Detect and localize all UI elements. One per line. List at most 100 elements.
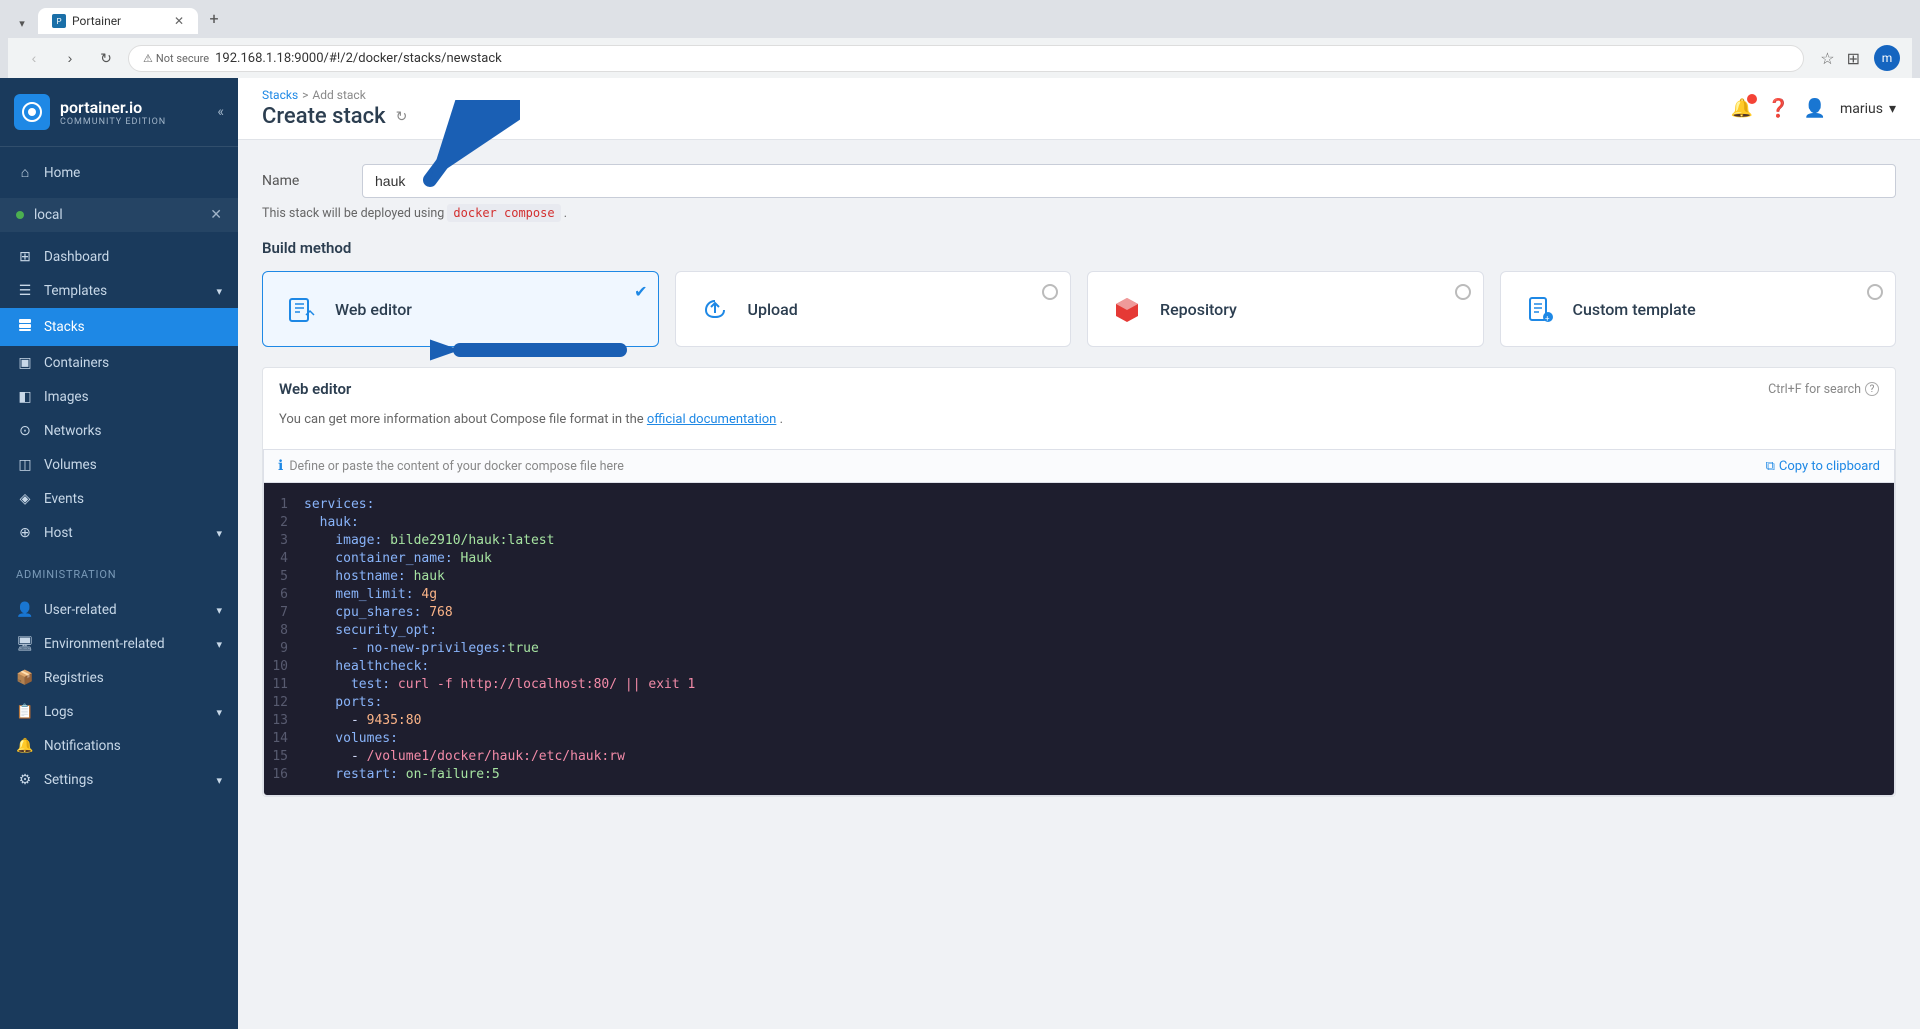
breadcrumb: Stacks > Add stack [262,88,407,102]
sidebar-item-notifications[interactable]: 🔔 Notifications [0,729,238,763]
line-code: restart: on-failure:5 [304,767,1894,782]
repository-radio [1455,284,1471,300]
line-code: hauk: [304,515,1894,530]
tab-close-btn[interactable]: ✕ [174,14,184,28]
stacks-icon [16,317,34,337]
line-number: 7 [264,605,304,620]
line-code: mem_limit: 4g [304,587,1894,602]
code-line: 7 cpu_shares: 768 [264,603,1894,621]
sidebar-item-settings[interactable]: ⚙ Settings ▾ [0,763,238,797]
line-code: image: bilde2910/hauk:latest [304,533,1894,548]
environment-related-expand-icon: ▾ [216,638,222,651]
code-line: 9 - no-new-privileges:true [264,639,1894,657]
sidebar-item-dashboard[interactable]: ⊞ Dashboard [0,240,238,274]
sidebar-logo: portainer.io community edition « [0,78,238,147]
line-code: cpu_shares: 768 [304,605,1894,620]
code-editor[interactable]: 1services:2 hauk:3 image: bilde2910/hauk… [263,482,1895,796]
address-bar[interactable]: ⚠ Not secure 192.168.1.18:9000/#!/2/dock… [128,45,1804,72]
sidebar-item-networks[interactable]: ⊙ Networks [0,414,238,448]
sidebar-collapse-btn[interactable]: « [217,104,224,120]
browser-chrome: ▾ P Portainer ✕ + ‹ › ↻ ⚠ Not secure 192… [0,0,1920,78]
sidebar-item-label-host: Host [44,525,73,541]
forward-btn[interactable]: › [56,44,84,72]
topbar-left: Stacks > Add stack Create stack ↻ [262,88,407,129]
notifications-bell-icon[interactable]: 🔔 [1731,98,1753,119]
user-name: marius [1840,101,1883,117]
dashboard-icon: ⊞ [16,249,34,265]
active-tab[interactable]: P Portainer ✕ [38,8,198,34]
admin-section-header: Administration [0,558,238,585]
profile-icon[interactable]: 👤 [1804,98,1826,119]
bookmark-btn[interactable]: ☆ [1820,49,1834,68]
sidebar-item-templates[interactable]: ☰ Templates ▾ [0,274,238,308]
events-icon: ◈ [16,491,34,507]
sidebar-item-stacks[interactable]: Stacks [0,308,238,346]
breadcrumb-stacks-link[interactable]: Stacks [262,88,298,102]
templates-expand-icon: ▾ [216,285,222,298]
line-number: 2 [264,515,304,530]
sidebar-item-registries[interactable]: 📦 Registries [0,661,238,695]
line-number: 15 [264,749,304,764]
sidebar-item-host[interactable]: ⊕ Host ▾ [0,516,238,550]
name-form-group: Name [262,164,1896,198]
code-line: 8 security_opt: [264,621,1894,639]
sidebar-item-user-related[interactable]: 👤 User-related ▾ [0,593,238,627]
sidebar-item-label-containers: Containers [44,355,109,371]
line-code: volumes: [304,731,1894,746]
upload-radio [1042,284,1058,300]
user-avatar[interactable]: m [1874,45,1900,71]
networks-icon: ⊙ [16,423,34,439]
build-method-web-editor[interactable]: ✔ Web editor [262,271,659,347]
sidebar-item-containers[interactable]: ▣ Containers [0,346,238,380]
name-input[interactable] [362,164,1896,198]
sidebar-item-volumes[interactable]: ◫ Volumes [0,448,238,482]
refresh-icon[interactable]: ↻ [396,109,408,125]
sidebar-item-label-networks: Networks [44,423,101,439]
line-code: - no-new-privileges:true [304,641,1894,656]
line-number: 4 [264,551,304,566]
tab-list-btn[interactable]: ▾ [19,17,25,30]
env-name: local [34,207,63,223]
env-status-dot [16,211,24,219]
templates-icon: ☰ [16,283,34,299]
copy-to-clipboard-btn[interactable]: ⧉ Copy to clipboard [1766,459,1880,474]
line-number: 9 [264,641,304,656]
build-method-upload[interactable]: Upload [675,271,1072,347]
build-method-repository[interactable]: Repository [1087,271,1484,347]
web-editor-check-icon: ✔ [634,282,647,301]
helper-text: This stack will be deployed using docker… [262,206,1896,221]
extensions-btn[interactable]: ⊞ [1847,49,1860,68]
line-code: - /volume1/docker/hauk:/etc/hauk:rw [304,749,1894,764]
sidebar-item-events[interactable]: ◈ Events [0,482,238,516]
host-expand-icon: ▾ [216,527,222,540]
app-container: portainer.io community edition « ⌂ Home … [0,78,1920,1029]
line-code: ports: [304,695,1894,710]
line-code: - 9435:80 [304,713,1894,728]
sidebar-section-admin: 👤 User-related ▾ 🖥 Environment-related ▾… [0,585,238,805]
build-method-custom-template[interactable]: + Custom template [1500,271,1897,347]
sidebar-env-local[interactable]: local ✕ [0,198,238,232]
tab-label: Portainer [72,14,121,28]
back-btn[interactable]: ‹ [20,44,48,72]
code-line: 14 volumes: [264,729,1894,747]
sidebar-item-home[interactable]: ⌂ Home [0,155,238,190]
line-number: 13 [264,713,304,728]
page-title: Create stack [262,104,386,129]
official-docs-link[interactable]: official documentation [647,412,776,427]
sidebar-item-label-templates: Templates [44,283,107,299]
sidebar-item-environment-related[interactable]: 🖥 Environment-related ▾ [0,627,238,661]
help-icon[interactable]: ❓ [1767,98,1789,119]
reload-btn[interactable]: ↻ [92,44,120,72]
code-line: 11 test: curl -f http://localhost:80/ ||… [264,675,1894,693]
define-hint-icon: ℹ [278,458,283,474]
sidebar-item-images[interactable]: ◧ Images [0,380,238,414]
new-tab-btn[interactable]: + [200,6,228,34]
env-close-btn[interactable]: ✕ [210,207,222,223]
upload-icon [696,290,734,328]
sidebar-item-label-user-related: User-related [44,602,117,618]
sidebar-item-label-registries: Registries [44,670,104,686]
logs-expand-icon: ▾ [216,706,222,719]
sidebar-item-logs[interactable]: 📋 Logs ▾ [0,695,238,729]
docker-compose-code: docker compose [447,204,560,222]
user-menu[interactable]: marius ▾ [1840,101,1896,117]
